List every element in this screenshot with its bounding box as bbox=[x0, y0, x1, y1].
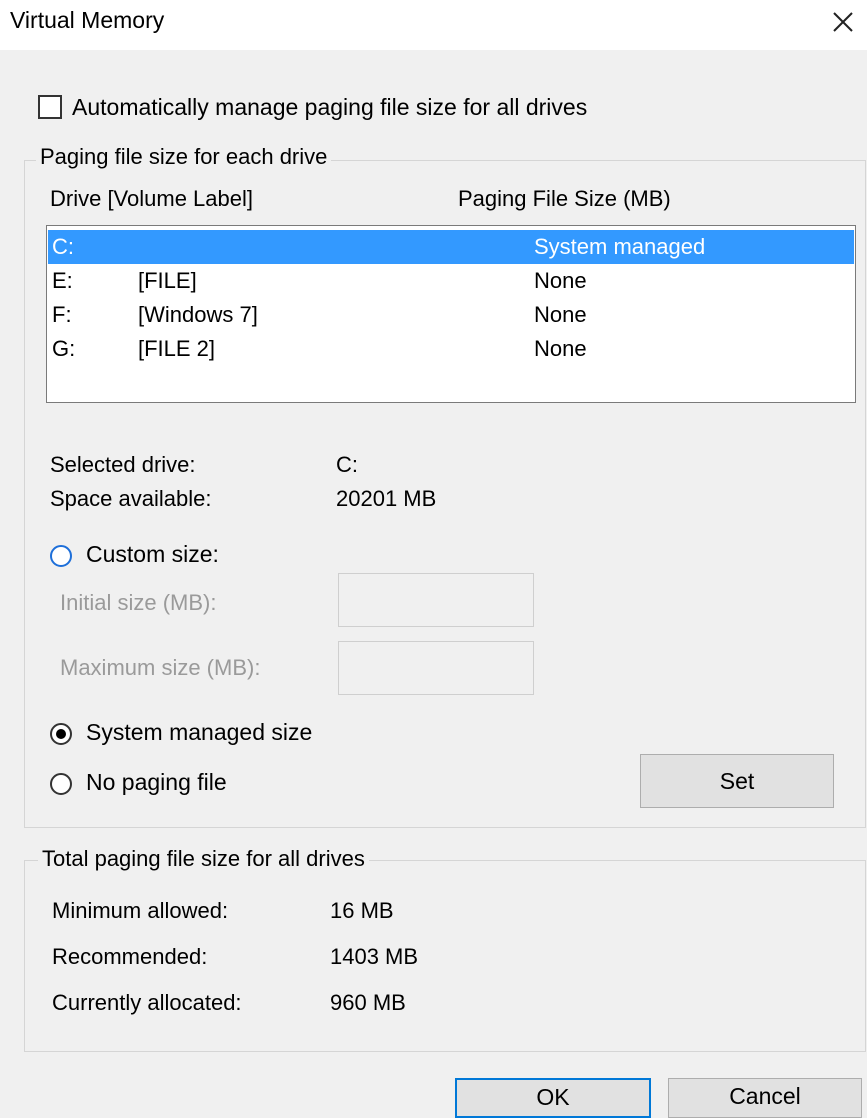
cancel-button[interactable]: Cancel bbox=[668, 1078, 862, 1118]
selected-drive-value: C: bbox=[336, 452, 358, 477]
drive-row-g[interactable]: G: [FILE 2] None bbox=[48, 332, 854, 366]
minimum-allowed-label: Minimum allowed: bbox=[52, 898, 229, 923]
initial-size-input[interactable] bbox=[338, 573, 534, 627]
drive-letter: F: bbox=[52, 302, 72, 327]
currently-allocated-value: 960 MB bbox=[330, 990, 406, 1015]
ok-button[interactable]: OK bbox=[455, 1078, 651, 1118]
initial-size-label: Initial size (MB): bbox=[60, 590, 217, 615]
drive-volume-label: [Windows 7] bbox=[138, 302, 258, 327]
set-button[interactable]: Set bbox=[640, 754, 834, 808]
column-header-size: Paging File Size (MB) bbox=[458, 186, 671, 211]
drive-volume-label: [FILE 2] bbox=[138, 336, 216, 361]
drive-paging-size: None bbox=[534, 302, 587, 327]
recommended-value: 1403 MB bbox=[330, 944, 419, 969]
paging-group-title: Paging file size for each drive bbox=[36, 144, 332, 170]
minimum-allowed-value: 16 MB bbox=[330, 898, 394, 923]
custom-size-label[interactable]: Custom size: bbox=[86, 541, 219, 568]
close-icon bbox=[833, 12, 853, 32]
currently-allocated-label: Currently allocated: bbox=[52, 990, 242, 1015]
drive-volume-label: [FILE] bbox=[138, 268, 197, 293]
close-button[interactable] bbox=[819, 0, 867, 44]
recommended-label: Recommended: bbox=[52, 944, 208, 969]
space-available-value: 20201 MB bbox=[336, 486, 437, 511]
total-group-title: Total paging file size for all drives bbox=[38, 846, 369, 872]
no-paging-file-radio[interactable] bbox=[50, 773, 72, 795]
selected-drive-label: Selected drive: bbox=[50, 452, 196, 477]
drive-letter: E: bbox=[52, 268, 73, 293]
maximum-size-input[interactable] bbox=[338, 641, 534, 695]
no-paging-file-label[interactable]: No paging file bbox=[86, 769, 227, 796]
drive-row-c[interactable]: C: System managed bbox=[48, 230, 854, 264]
title-bar: Virtual Memory bbox=[0, 0, 867, 50]
space-available-label: Space available: bbox=[50, 486, 212, 511]
system-managed-radio[interactable] bbox=[50, 723, 72, 745]
system-managed-label[interactable]: System managed size bbox=[86, 719, 312, 746]
window-title: Virtual Memory bbox=[10, 7, 165, 33]
drive-paging-size: None bbox=[534, 336, 587, 361]
auto-manage-checkbox[interactable] bbox=[38, 95, 62, 119]
auto-manage-label[interactable]: Automatically manage paging file size fo… bbox=[72, 94, 587, 121]
drive-letter: C: bbox=[52, 234, 74, 259]
drive-row-f[interactable]: F: [Windows 7] None bbox=[48, 298, 854, 332]
drive-letter: G: bbox=[52, 336, 76, 361]
drive-row-e[interactable]: E: [FILE] None bbox=[48, 264, 854, 298]
drive-paging-size: System managed bbox=[534, 234, 706, 259]
drive-paging-size: None bbox=[534, 268, 587, 293]
drive-list[interactable]: C: System managed E: [FILE] None F: [Win… bbox=[46, 225, 856, 403]
custom-size-radio[interactable] bbox=[50, 545, 72, 567]
maximum-size-label: Maximum size (MB): bbox=[60, 655, 261, 680]
column-header-drive: Drive [Volume Label] bbox=[50, 186, 253, 211]
